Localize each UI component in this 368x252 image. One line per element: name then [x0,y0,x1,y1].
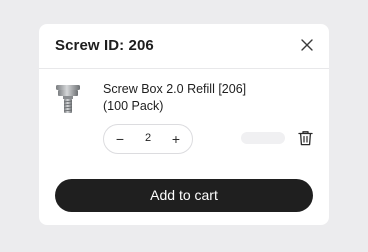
product-name-line2: (100 Pack) [103,99,164,113]
price-loading-placeholder [241,132,285,144]
quantity-stepper: − 2 + [103,124,193,154]
increase-quantity-button[interactable]: + [168,131,184,147]
dialog-title: Screw ID: 206 [55,37,154,54]
dialog-header: Screw ID: 206 [39,24,329,69]
close-icon [301,39,313,51]
product-thumbnail [55,84,81,116]
close-button[interactable] [300,38,314,52]
screw-icon [56,85,80,113]
quantity-value[interactable]: 2 [134,132,162,144]
cart-dialog: Screw ID: 206 Screw Box 2.0 Refill [206]… [39,24,329,225]
product-name: Screw Box 2.0 Refill [206] (100 Pack) [103,81,303,115]
add-to-cart-button[interactable]: Add to cart [55,179,313,212]
trash-icon [298,131,313,146]
product-name-line1: Screw Box 2.0 Refill [206] [103,82,247,96]
remove-item-button[interactable] [298,130,313,146]
cart-item: Screw Box 2.0 Refill [206] (100 Pack) − … [39,70,329,170]
decrease-quantity-button[interactable]: − [112,131,128,147]
